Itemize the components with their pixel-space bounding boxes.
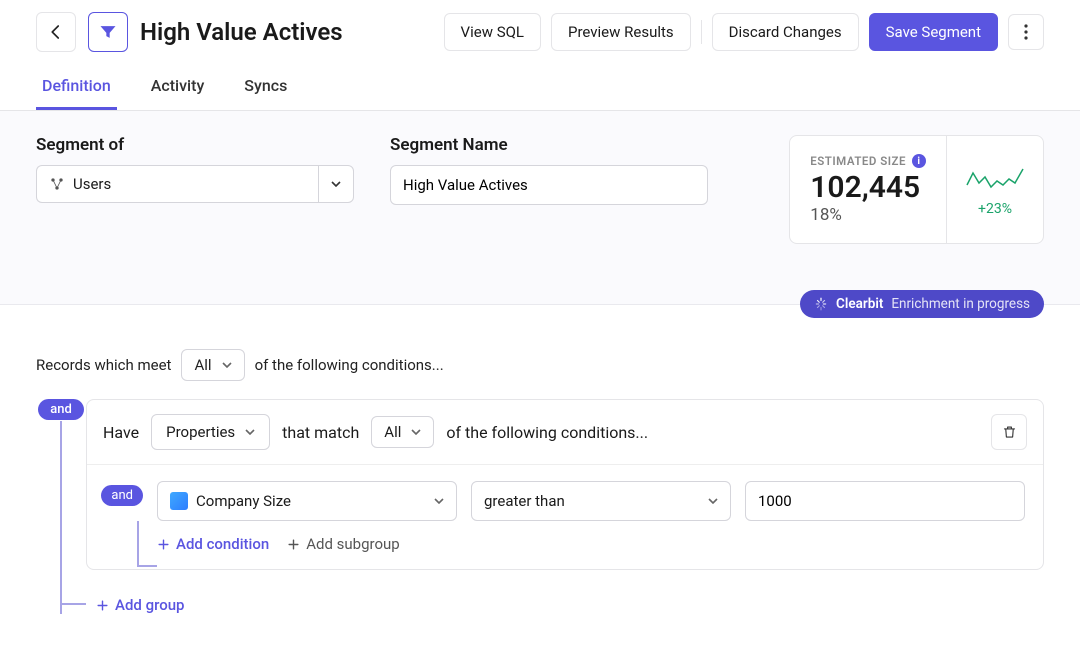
spinner-icon bbox=[814, 297, 828, 311]
trash-icon bbox=[1002, 424, 1017, 440]
preview-results-button[interactable]: Preview Results bbox=[551, 13, 691, 51]
estimated-size-value: 102,445 bbox=[810, 170, 926, 205]
chevron-down-icon bbox=[434, 498, 444, 504]
group-post: of the following conditions... bbox=[446, 423, 648, 442]
outer-and-badge: and bbox=[38, 399, 84, 420]
conditions-intro-post: of the following conditions... bbox=[255, 356, 444, 374]
company-icon bbox=[170, 492, 188, 510]
plus-icon bbox=[157, 538, 170, 551]
group-that-match: that match bbox=[282, 423, 359, 442]
discard-changes-button[interactable]: Discard Changes bbox=[712, 13, 859, 51]
plus-icon bbox=[287, 538, 300, 551]
more-vertical-icon bbox=[1024, 24, 1028, 40]
view-sql-button[interactable]: View SQL bbox=[444, 13, 541, 51]
estimated-size-card: ESTIMATED SIZE i 102,445 18% +23% bbox=[789, 135, 1044, 244]
enrichment-provider: Clearbit bbox=[836, 296, 883, 312]
filter-icon bbox=[98, 22, 118, 42]
group-match-select[interactable]: All bbox=[371, 416, 434, 448]
tab-activity[interactable]: Activity bbox=[145, 64, 211, 110]
condition-group: Have Properties that match All of the fo… bbox=[86, 399, 1044, 570]
sparkline-icon bbox=[965, 163, 1025, 195]
info-icon[interactable]: i bbox=[912, 154, 926, 168]
segment-name-input[interactable] bbox=[390, 165, 708, 205]
enrichment-status: Enrichment in progress bbox=[891, 296, 1030, 312]
value-input[interactable] bbox=[745, 481, 1025, 521]
conditions-intro-pre: Records which meet bbox=[36, 356, 171, 374]
delete-group-button[interactable] bbox=[991, 414, 1027, 450]
estimated-size-label: ESTIMATED SIZE bbox=[810, 154, 906, 168]
add-condition-button[interactable]: Add condition bbox=[157, 535, 269, 553]
group-type-select[interactable]: Properties bbox=[151, 414, 270, 450]
more-actions-button[interactable] bbox=[1008, 14, 1044, 50]
arrow-left-icon bbox=[47, 23, 65, 41]
conditions-match-select[interactable]: All bbox=[181, 349, 244, 381]
group-have: Have bbox=[103, 423, 139, 442]
add-group-button[interactable]: Add group bbox=[96, 596, 184, 614]
estimated-size-delta: +23% bbox=[978, 201, 1012, 217]
property-select[interactable]: Company Size bbox=[157, 481, 457, 521]
chevron-down-icon bbox=[331, 181, 341, 187]
chevron-down-icon bbox=[245, 429, 255, 435]
segment-of-select[interactable]: Users bbox=[36, 165, 354, 203]
divider bbox=[701, 20, 702, 44]
chevron-down-icon bbox=[708, 498, 718, 504]
chevron-down-icon bbox=[411, 429, 421, 435]
save-segment-button[interactable]: Save Segment bbox=[869, 13, 998, 51]
condition-and-badge: and bbox=[101, 485, 143, 506]
chevron-down-icon bbox=[222, 362, 232, 368]
tab-definition[interactable]: Definition bbox=[36, 64, 117, 110]
back-button[interactable] bbox=[36, 12, 76, 52]
page-title: High Value Actives bbox=[140, 18, 432, 46]
plus-icon bbox=[96, 599, 109, 612]
relation-icon bbox=[49, 176, 65, 192]
estimated-size-percent: 18% bbox=[810, 205, 926, 225]
operator-select[interactable]: greater than bbox=[471, 481, 731, 521]
segment-icon bbox=[88, 12, 128, 52]
enrichment-badge: Clearbit Enrichment in progress bbox=[800, 290, 1044, 318]
segment-name-label: Segment Name bbox=[390, 135, 708, 155]
segment-of-value: Users bbox=[73, 175, 111, 193]
add-subgroup-button[interactable]: Add subgroup bbox=[287, 535, 399, 553]
tab-syncs[interactable]: Syncs bbox=[238, 64, 293, 110]
segment-of-label: Segment of bbox=[36, 135, 354, 155]
